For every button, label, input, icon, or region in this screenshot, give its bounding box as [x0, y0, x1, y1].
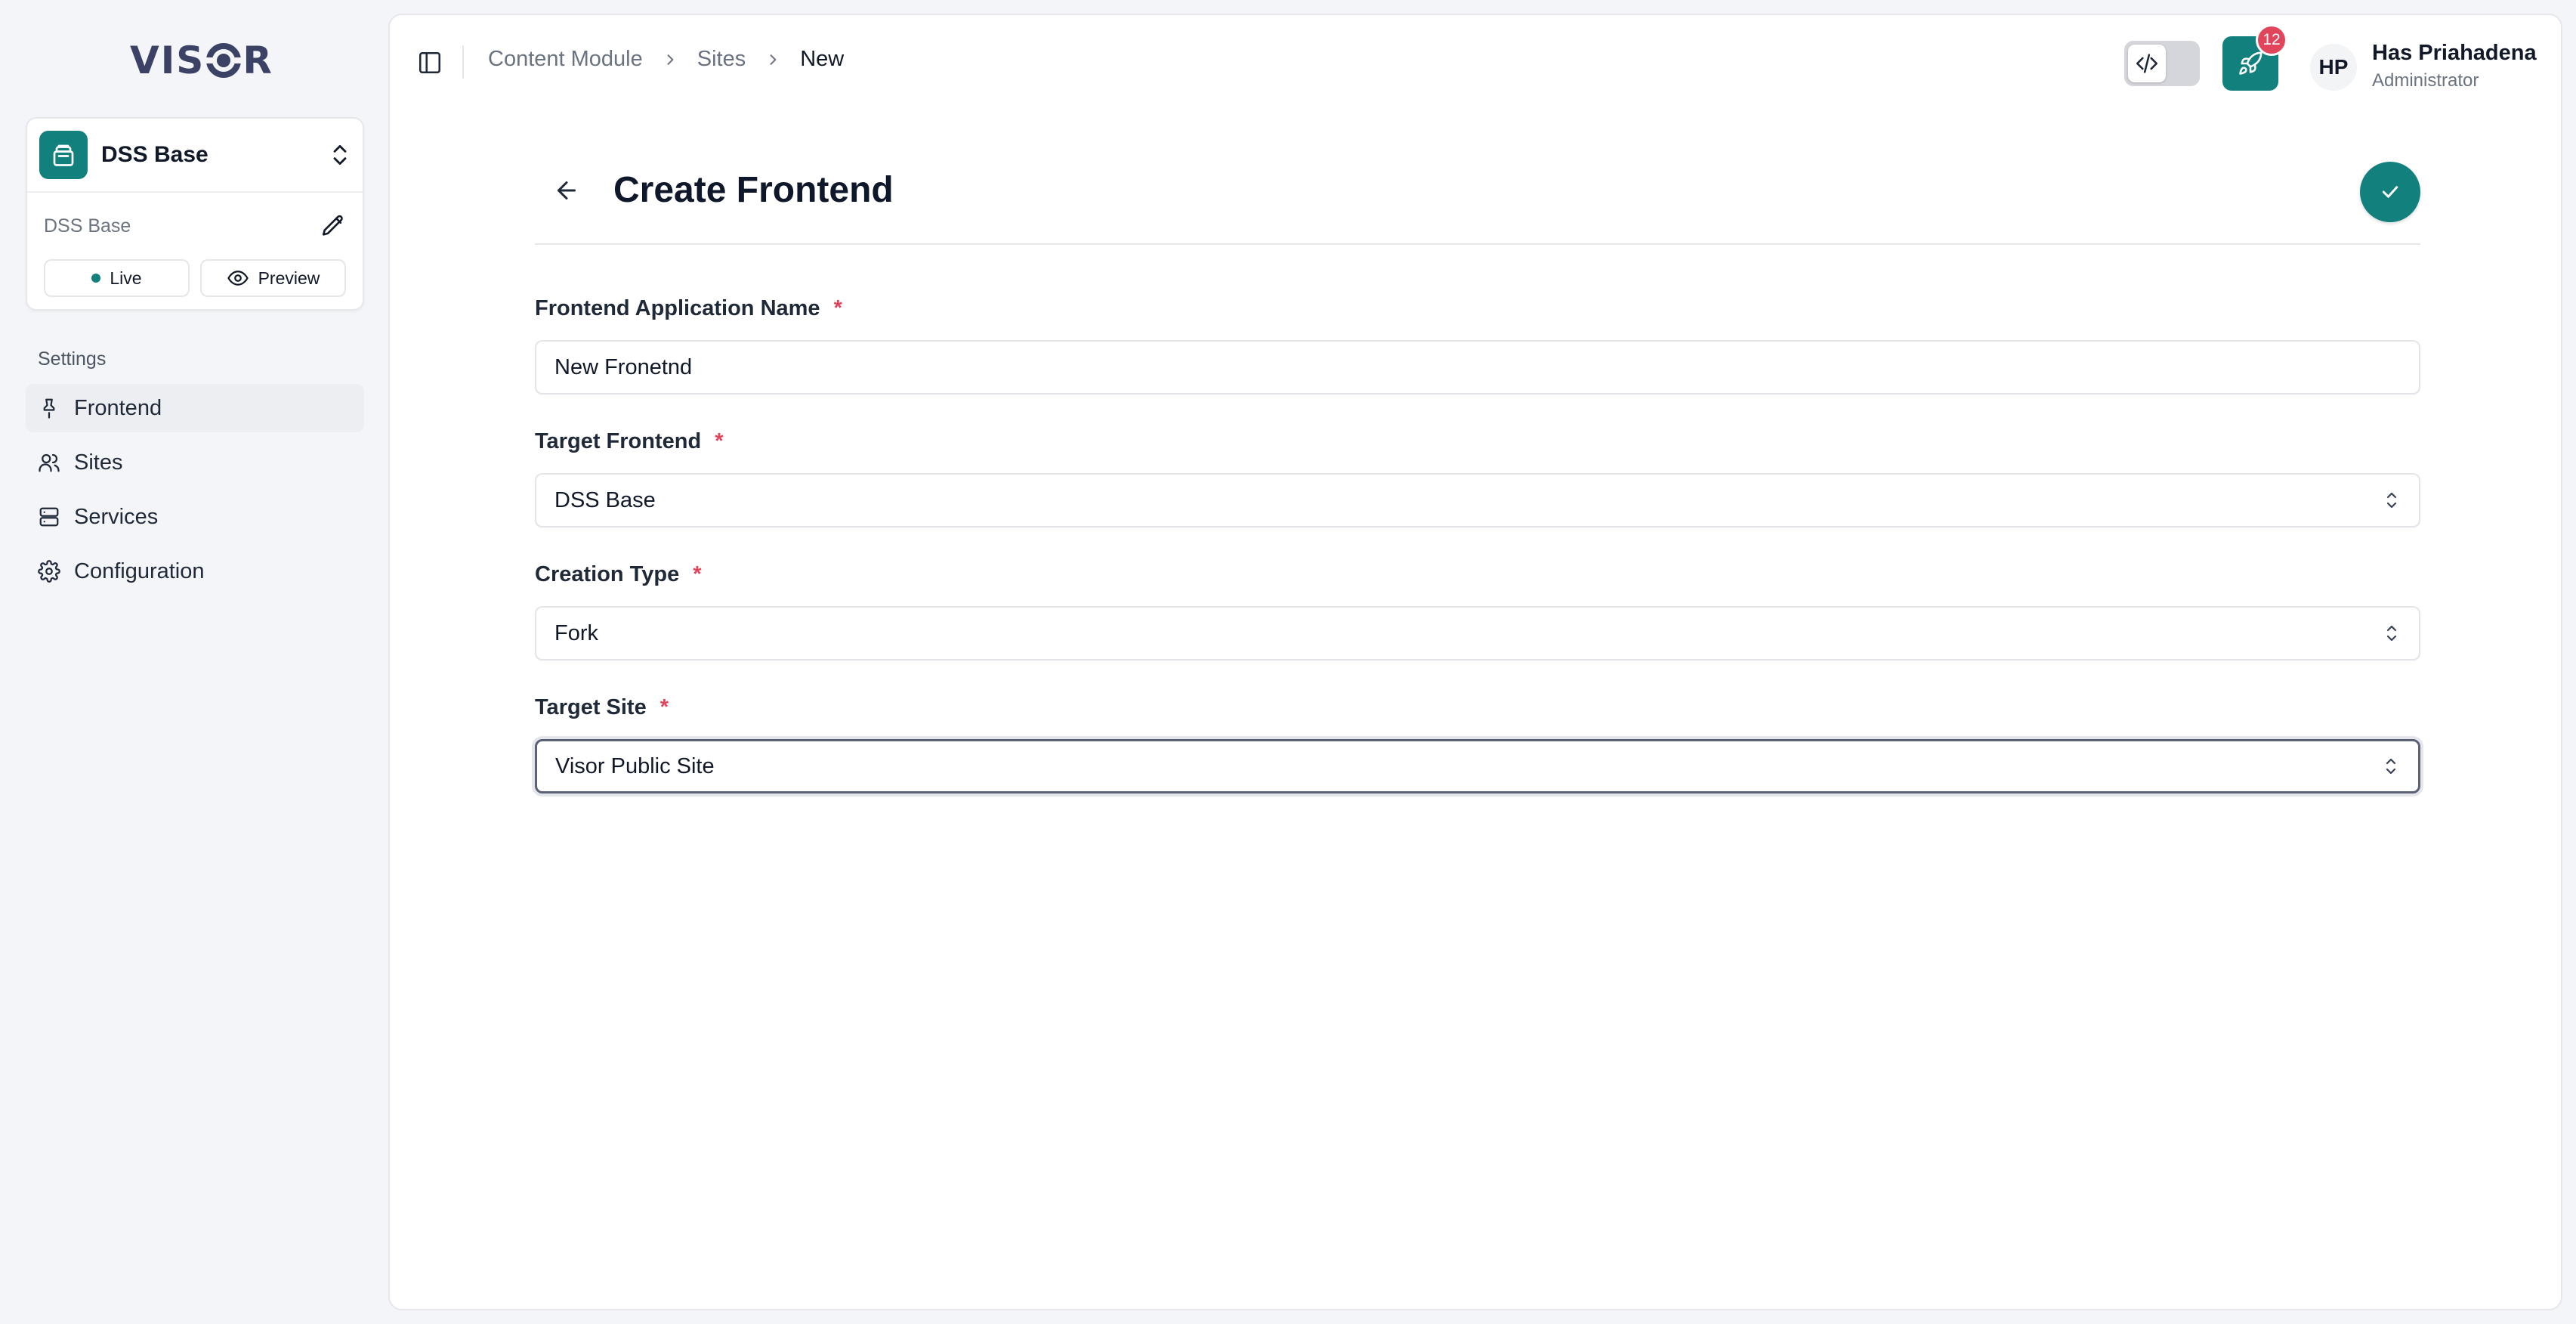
- app-window: VIS R DSS Base DSS Base Live Preview Set…: [0, 0, 2576, 1324]
- field-label-text: Target Site: [535, 695, 647, 719]
- required-marker: *: [693, 562, 702, 586]
- code-view-toggle[interactable]: [2124, 41, 2200, 86]
- sidebar-nav: Frontend Sites Services Configuration: [26, 384, 364, 602]
- required-marker: *: [659, 695, 669, 719]
- field-label: Creation Type *: [535, 562, 2420, 591]
- field-label-text: Frontend Application Name: [535, 296, 820, 320]
- field-app-name: Frontend Application Name *: [535, 296, 2420, 394]
- sidebar-item-label: Frontend: [74, 395, 162, 420]
- page-header: Create Frontend: [535, 136, 2420, 245]
- creation-type-select[interactable]: Fork: [535, 606, 2420, 660]
- live-button[interactable]: Live: [44, 259, 190, 297]
- sidebar-item-services[interactable]: Services: [26, 493, 364, 541]
- target-site-select[interactable]: Visor Public Site: [535, 739, 2420, 793]
- sidebar-item-label: Sites: [74, 450, 123, 475]
- user-role: Administrator: [2372, 70, 2479, 91]
- preview-label: Preview: [258, 268, 320, 288]
- rocket-icon: [2239, 51, 2262, 75]
- select-value: Visor Public Site: [555, 753, 715, 778]
- users-icon: [39, 453, 60, 472]
- arrow-left-icon[interactable]: [553, 177, 580, 204]
- logo-o-mark: [205, 43, 243, 78]
- save-button[interactable]: [2360, 162, 2420, 222]
- select-value: Fork: [554, 620, 598, 645]
- preview-button[interactable]: Preview: [200, 259, 346, 297]
- chevron-right-icon: [667, 54, 674, 65]
- required-marker: *: [715, 429, 724, 453]
- sidebar-item-frontend[interactable]: Frontend: [26, 384, 364, 432]
- site-card-body: DSS Base Live Preview: [27, 193, 363, 297]
- pencil-icon[interactable]: [320, 213, 346, 239]
- server-icon: [39, 507, 59, 527]
- topbar-divider: [462, 45, 464, 79]
- live-status-dot: [91, 274, 101, 283]
- chevron-up-down-icon: [2386, 625, 2397, 642]
- breadcrumb-current: New: [800, 47, 845, 71]
- field-target-site: Target Site * Visor Public Site: [535, 695, 2420, 793]
- notification-badge: 12: [2256, 24, 2287, 56]
- breadcrumb-sites[interactable]: Sites: [697, 47, 746, 72]
- eye-icon: [227, 271, 249, 286]
- gear-icon: [38, 560, 60, 583]
- logo-text-left: VIS: [130, 39, 205, 82]
- sidebar-item-sites[interactable]: Sites: [26, 438, 364, 487]
- select-value: DSS Base: [554, 487, 656, 512]
- field-label: Frontend Application Name *: [535, 296, 2420, 325]
- chevron-up-down-icon: [2386, 492, 2397, 509]
- user-info[interactable]: Has Priahadena Administrator: [2372, 41, 2537, 91]
- site-switcher[interactable]: DSS Base: [27, 119, 363, 193]
- code-icon: [2128, 45, 2166, 82]
- field-label: Target Site *: [535, 695, 2420, 724]
- main-panel: Content Module Sites New 12 HP Has Priah…: [388, 14, 2562, 1310]
- site-subtitle-row: DSS Base: [44, 209, 346, 243]
- field-label: Target Frontend *: [535, 429, 2420, 458]
- visor-logo[interactable]: VIS R: [130, 39, 273, 82]
- live-label: Live: [110, 268, 142, 288]
- settings-section-label: Settings: [38, 348, 107, 370]
- required-marker: *: [833, 296, 842, 320]
- page-title: Create Frontend: [613, 170, 894, 210]
- site-mode-buttons: Live Preview: [44, 259, 346, 297]
- chevron-up-down-icon: [2386, 758, 2396, 775]
- topbar: Content Module Sites New 12 HP Has Priah…: [390, 15, 2561, 112]
- site-avatar-icon: [39, 131, 88, 179]
- sidebar-item-label: Services: [74, 504, 159, 529]
- sidebar-item-label: Configuration: [74, 558, 205, 583]
- field-target-frontend: Target Frontend * DSS Base: [535, 429, 2420, 527]
- breadcrumb: Content Module Sites New: [488, 47, 844, 72]
- user-name: Has Priahadena: [2372, 41, 2537, 65]
- pin-icon: [43, 398, 55, 419]
- target-frontend-select[interactable]: DSS Base: [535, 473, 2420, 527]
- app-name-input[interactable]: [535, 340, 2420, 394]
- sidebar: VIS R DSS Base DSS Base Live Preview Set…: [0, 0, 388, 1324]
- user-avatar[interactable]: HP: [2310, 44, 2357, 91]
- logo-text-right: R: [242, 39, 273, 82]
- breadcrumb-content-module[interactable]: Content Module: [488, 47, 643, 72]
- site-switcher-card: DSS Base DSS Base Live Preview: [26, 117, 364, 311]
- field-label-text: Target Frontend: [535, 429, 702, 453]
- chevron-right-icon: [770, 54, 777, 65]
- field-creation-type: Creation Type * Fork: [535, 562, 2420, 660]
- chevron-up-down-icon: [333, 144, 347, 166]
- field-label-text: Creation Type: [535, 562, 680, 586]
- site-subtitle: DSS Base: [44, 215, 131, 237]
- sidebar-item-configuration[interactable]: Configuration: [26, 547, 364, 595]
- check-icon: [2382, 186, 2398, 198]
- sidebar-toggle-icon[interactable]: [417, 50, 443, 76]
- site-name: DSS Base: [101, 142, 208, 167]
